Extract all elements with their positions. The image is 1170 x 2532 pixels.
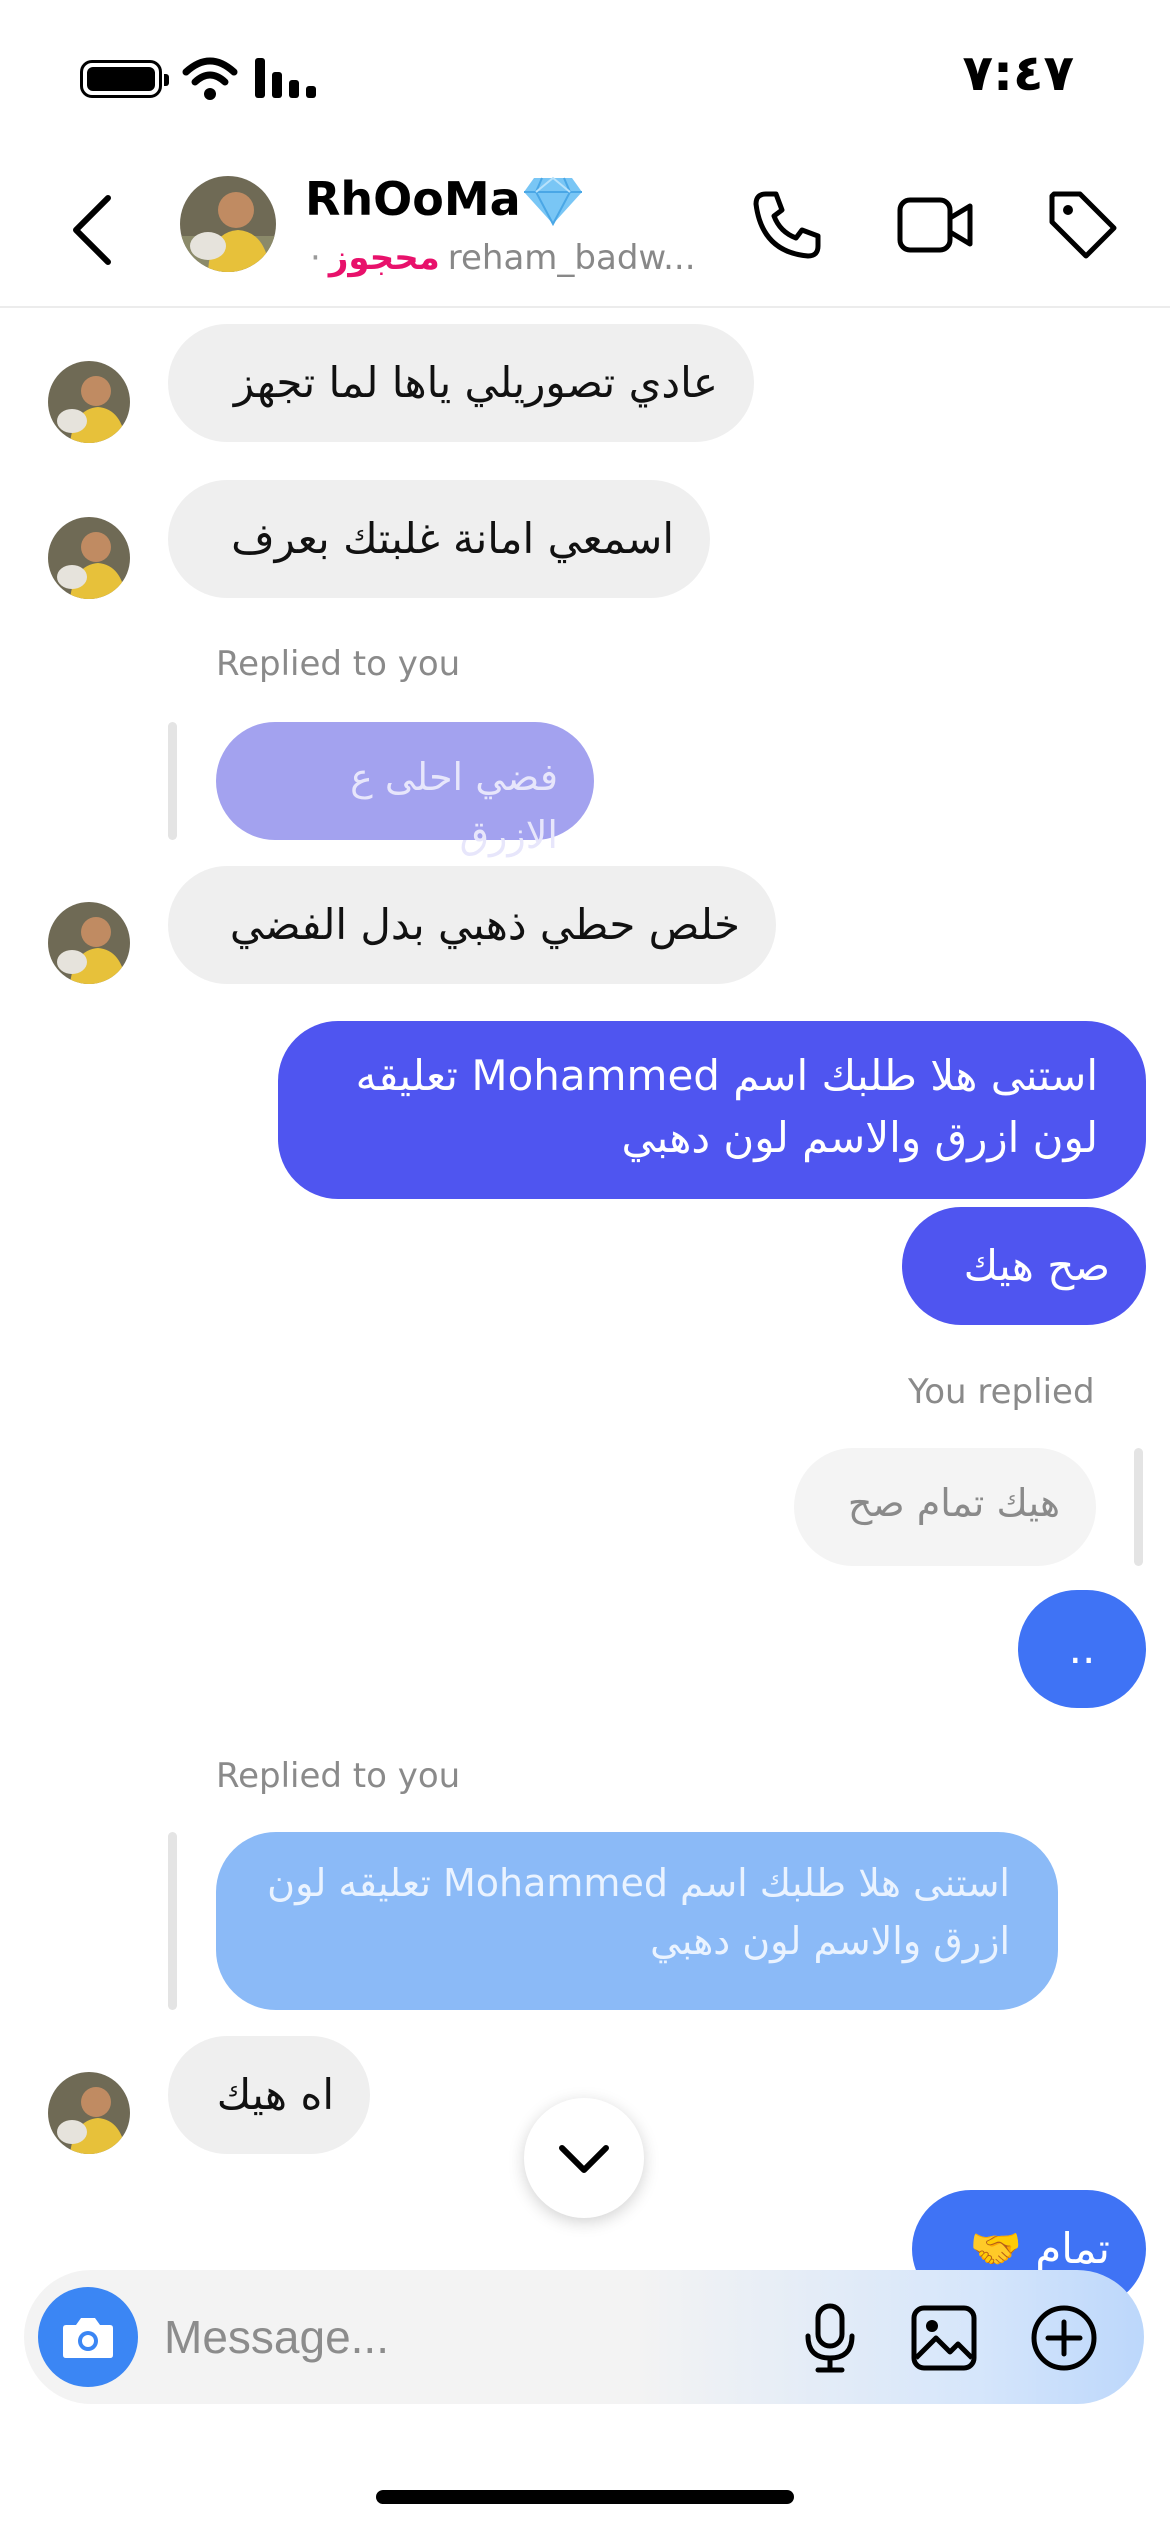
contact-status: محجوز (328, 238, 440, 278)
gallery-icon[interactable] (908, 2302, 980, 2374)
reply-label: Replied to you (216, 644, 461, 684)
quoted-message[interactable]: هيك تمام صح (794, 1448, 1096, 1566)
camera-button[interactable] (38, 2287, 138, 2387)
back-icon[interactable] (62, 190, 122, 270)
message-text: .. (1068, 1624, 1096, 1673)
sender-avatar[interactable] (48, 361, 130, 443)
message-input[interactable] (164, 2304, 664, 2370)
battery-icon (80, 60, 169, 98)
microphone-icon[interactable] (794, 2302, 866, 2374)
quoted-text-line: ازرق والاسم لون دهبي (650, 1919, 1010, 1963)
message-bubble-sent[interactable]: .. (1018, 1590, 1146, 1708)
signal-icon (255, 58, 316, 98)
quoted-text: فضي احلى ع الازرق (350, 755, 558, 857)
message-text: عادي تصوريلي ياها لما تجهز (233, 358, 718, 407)
separator-dot: · (310, 238, 321, 278)
contact-subtitle: · محجوز reham_badw... (310, 238, 696, 278)
message-text-line: استنى هلا طلبك اسم Mohammed تعليقه (355, 1051, 1098, 1100)
quoted-message[interactable]: استنى هلا طلبك اسم Mohammed تعليقه لون ا… (216, 1832, 1058, 2010)
tag-icon[interactable] (1044, 186, 1122, 264)
reply-indicator-bar (168, 1832, 177, 2010)
message-text: خلص حطي ذهبي بدل الفضي (229, 900, 740, 949)
message-bubble-received[interactable]: خلص حطي ذهبي بدل الفضي (168, 866, 776, 984)
home-indicator (376, 2490, 794, 2504)
quoted-text-line: استنى هلا طلبك اسم Mohammed تعليقه لون (267, 1861, 1010, 1905)
contact-avatar[interactable] (180, 176, 276, 272)
quoted-message[interactable]: فضي احلى ع الازرق (216, 722, 594, 857)
chevron-down-icon (559, 2145, 609, 2173)
reply-indicator-bar (168, 722, 177, 840)
message-text: صح هيك (963, 1241, 1110, 1290)
sender-avatar[interactable] (48, 517, 130, 599)
reply-label: You replied (908, 1372, 1095, 1412)
camera-icon (63, 2318, 113, 2358)
message-text: اه هيك (216, 2070, 334, 2119)
message-bubble-received[interactable]: اه هيك (168, 2036, 370, 2154)
clock: ٧:٤٧ (962, 44, 1074, 102)
message-text: تمام 🤝 (969, 2224, 1110, 2273)
video-call-icon[interactable] (896, 186, 974, 264)
message-bubble-received[interactable]: اسمعي امانة غلبتك بعرف (168, 480, 710, 598)
reply-indicator-bar (1134, 1448, 1143, 1566)
sender-avatar[interactable] (48, 2072, 130, 2154)
message-bubble-sent[interactable]: صح هيك (902, 1207, 1146, 1325)
contact-username: reham_badw... (447, 238, 696, 278)
reply-label: Replied to you (216, 1756, 461, 1796)
chat-header: RhOoMa · محجوز reham_badw... (0, 150, 1170, 308)
phone-icon[interactable] (748, 186, 826, 264)
message-bubble-sent[interactable]: استنى هلا طلبك اسم Mohammed تعليقه لون ا… (278, 1021, 1146, 1199)
add-icon[interactable] (1028, 2302, 1100, 2374)
diamond-icon (524, 176, 582, 226)
message-bubble-received[interactable]: عادي تصوريلي ياها لما تجهز (168, 324, 754, 442)
message-text-line: لون ازرق والاسم لون دهبي (621, 1113, 1098, 1162)
contact-name[interactable]: RhOoMa (305, 172, 521, 226)
wifi-icon (182, 57, 238, 100)
message-text: اسمعي امانة غلبتك بعرف (231, 514, 674, 563)
message-composer (24, 2270, 1144, 2404)
status-bar: ٧:٤٧ (0, 0, 1170, 150)
sender-avatar[interactable] (48, 902, 130, 984)
scroll-to-bottom-button[interactable] (524, 2098, 644, 2218)
quoted-text: هيك تمام صح (847, 1481, 1060, 1525)
